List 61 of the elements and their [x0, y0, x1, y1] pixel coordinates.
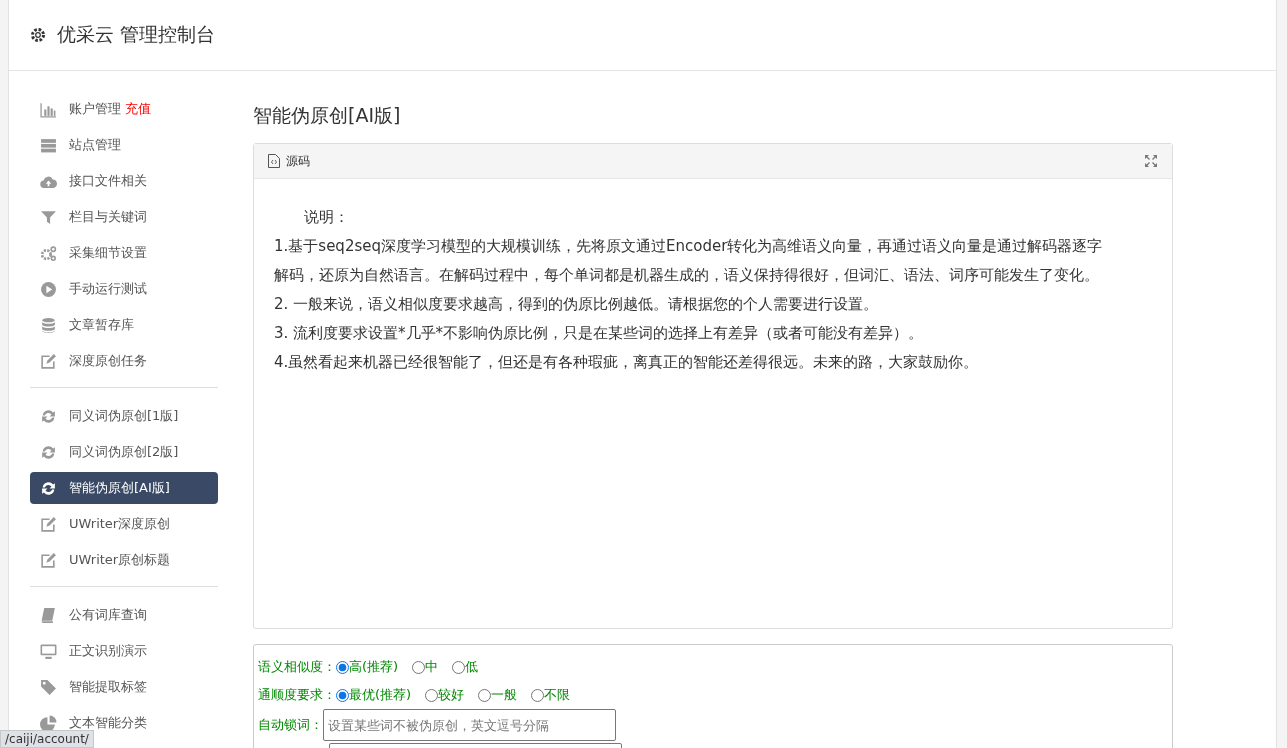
refresh-icon	[40, 407, 57, 425]
description-paragraph: 3. 流利度要求设置*几乎*不影响伪原比例，只是在某些词的选择上有差异（或者可能没有差异）。	[274, 323, 925, 344]
sidebar-item[interactable]: UWriter深度原创	[30, 508, 218, 540]
option-label[interactable]: 中	[425, 658, 439, 676]
description-paragraph: 说明：	[303, 207, 350, 228]
sidebar-item[interactable]: 账户管理 充值	[30, 93, 218, 125]
setting-label: 自动锁词：	[258, 716, 323, 734]
sidebar-item[interactable]: 智能伪原创[AI版]	[30, 472, 218, 504]
play-icon	[40, 280, 57, 298]
option-label[interactable]: 高(推荐)	[349, 658, 399, 676]
option-label[interactable]: 不限	[544, 686, 571, 704]
code-file-icon	[268, 154, 280, 168]
option-label[interactable]: 较好	[438, 686, 465, 704]
sidebar-item[interactable]: 站点管理	[30, 129, 218, 161]
filter-icon	[40, 208, 57, 226]
sidebar-item[interactable]: 栏目与关键词	[30, 201, 218, 233]
database-icon	[40, 316, 57, 334]
option-label[interactable]: 一般	[491, 686, 518, 704]
sidebar-item[interactable]: 公有词库查询	[30, 599, 218, 631]
status-url: /caiji/account/	[0, 730, 94, 748]
pie-chart-icon	[40, 714, 57, 732]
sidebar-item[interactable]: 同义词伪原创[1版]	[30, 400, 218, 432]
sidebar-item[interactable]: 采集细节设置	[30, 237, 218, 269]
sidebar-item[interactable]: 文章暂存库	[30, 309, 218, 341]
description-paragraph: 4.虽然看起来机器已经很智能了，但还是有各种瑕疵，离真正的智能还差得很远。未来的路，大家鼓励你。	[274, 352, 980, 373]
sidebar-item[interactable]: 正文识别演示	[30, 635, 218, 667]
sidebar-item[interactable]: UWriter原创标题	[30, 544, 218, 576]
sidebar-item[interactable]: 深度原创任务	[30, 345, 218, 377]
radio-button[interactable]	[336, 660, 349, 674]
sidebar-item[interactable]: 接口文件相关	[30, 165, 218, 197]
bar-chart-icon	[40, 100, 57, 118]
setting-label: 通顺度要求：	[258, 686, 336, 704]
radio-button[interactable]	[412, 660, 426, 674]
description-paragraph: 1.基于seq2seq深度学习模型的大规模训练，先将原文通过Encoder转化为高维语义向量，再通过语义向量是通过解码器逐字解码，还原为自然语言。在解码过程中，每个单词都是机器生成的，语义保持得很好，但词汇、语法、词序可能发生了变化。	[274, 236, 1104, 286]
tag-icon	[40, 678, 57, 696]
radio-button[interactable]	[425, 688, 439, 702]
refresh-icon	[40, 443, 57, 461]
server-icon	[40, 136, 57, 154]
input-field[interactable]: 设置某些词不被伪原创，英文逗号分隔	[323, 709, 616, 741]
radio-button[interactable]	[452, 660, 466, 674]
setting-label: 语义相似度：	[258, 658, 336, 676]
option-label[interactable]: 低	[465, 658, 479, 676]
sidebar-item[interactable]: 同义词伪原创[2版]	[30, 436, 218, 468]
refresh-icon	[40, 479, 57, 497]
option-label[interactable]: 最优(推荐)	[349, 686, 412, 704]
page-title: 智能伪原创[AI版]	[253, 103, 402, 128]
sidebar-item[interactable]: 手动运行测试	[30, 273, 218, 305]
radio-button[interactable]	[336, 688, 349, 702]
book-icon	[40, 606, 57, 624]
radio-button[interactable]	[531, 688, 545, 702]
sidebar-item[interactable]: 智能提取标签	[30, 671, 218, 703]
edit-icon	[40, 551, 57, 569]
fullscreen-icon[interactable]	[1144, 154, 1158, 168]
description-paragraph: 2. 一般来说，语义相似度要求越高，得到的伪原比例越低。请根据您的个人需要进行设置。	[274, 294, 880, 315]
app-title: 优采云 管理控制台	[57, 22, 216, 47]
edit-icon	[40, 515, 57, 533]
monitor-icon	[40, 642, 57, 660]
radio-button[interactable]	[478, 688, 492, 702]
settings-icon	[29, 26, 47, 44]
edit-icon	[40, 352, 57, 370]
gears-icon	[40, 244, 57, 262]
